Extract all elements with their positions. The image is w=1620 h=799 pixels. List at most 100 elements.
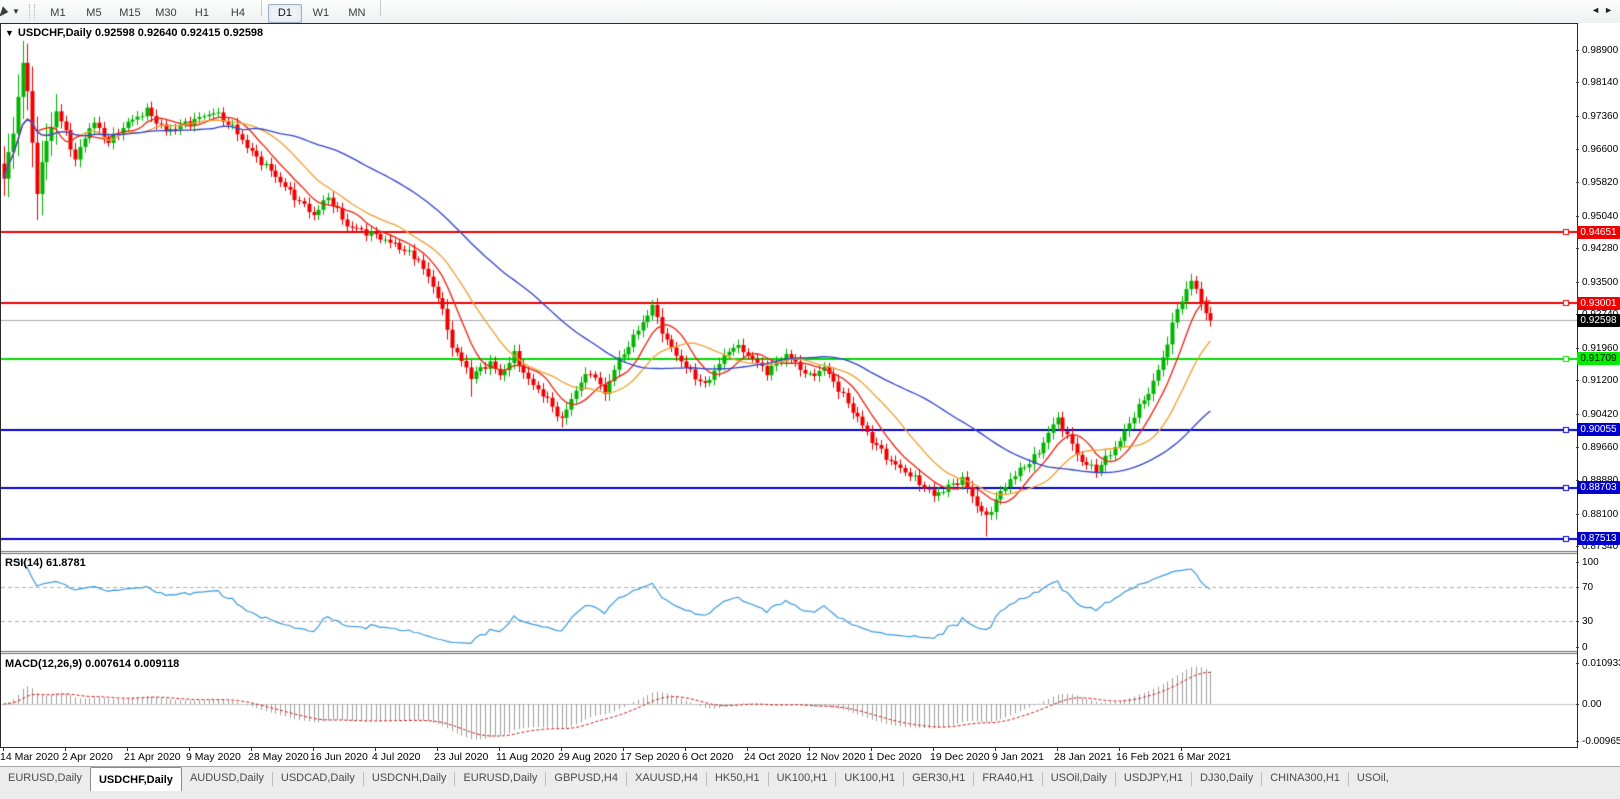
symbol-tab-bar: EURUSD,DailyUSDCHF,DailyAUDUSD,DailyUSDC…	[0, 766, 1620, 799]
date-label: 9 May 2020	[186, 751, 241, 763]
timeframe-button-M1[interactable]: M1	[41, 4, 75, 23]
axis-tickmark	[1576, 447, 1579, 448]
symbol-tab-uk100-h1[interactable]: UK100,H1	[769, 767, 836, 788]
symbol-tab-audusd-daily[interactable]: AUDUSD,Daily	[182, 767, 272, 788]
symbol-tab-usdjpy-h1[interactable]: USDJPY,H1	[1116, 767, 1191, 788]
timeframe-button-W1[interactable]: W1	[304, 4, 338, 23]
date-label: 28 Jan 2021	[1054, 751, 1112, 763]
axis-tickmark	[1576, 50, 1579, 51]
date-label: 6 Oct 2020	[682, 751, 733, 763]
toolbar-separator	[261, 0, 262, 16]
timeframe-button-M5[interactable]: M5	[77, 4, 111, 23]
symbol-tab-usdcad-daily[interactable]: USDCAD,Daily	[273, 767, 363, 788]
symbol-tab-usdchf-daily[interactable]: USDCHF,Daily	[90, 767, 182, 791]
symbol-tab-china300-h1[interactable]: CHINA300,H1	[1262, 767, 1348, 788]
price-level-badge: 0.93001	[1577, 297, 1620, 310]
timeframe-button-M30[interactable]: M30	[149, 4, 183, 23]
chevron-down-icon: ▼	[12, 7, 20, 16]
axis-tickmark	[1576, 414, 1579, 415]
axis-tick-label: 70	[1582, 582, 1593, 593]
axis-tick-label: 0.94280	[1582, 243, 1618, 254]
axis-tick-label: 0.010933	[1582, 658, 1620, 669]
pointer-tool-button[interactable]: ▼	[0, 2, 23, 21]
chart-window: ▼ USDCHF,Daily 0.92598 0.92640 0.92415 0.…	[0, 23, 1578, 748]
axis-tick-label: 30	[1582, 616, 1593, 627]
symbol-tab-hk50-h1[interactable]: HK50,H1	[707, 767, 768, 788]
date-label: 16 Jun 2020	[310, 751, 368, 763]
axis-tick-label: 0.98900	[1582, 45, 1618, 56]
tab-scroll-left-icon[interactable]: ◄	[1591, 5, 1604, 15]
timeframe-button-H1[interactable]: H1	[185, 4, 219, 23]
date-label: 24 Oct 2020	[744, 751, 801, 763]
timeframe-button-M15[interactable]: M15	[113, 4, 147, 23]
collapse-chart-icon[interactable]: ▼	[5, 28, 14, 38]
price-level-badge: 0.92598	[1577, 314, 1620, 327]
macd-values: 0.007614 0.009118	[85, 658, 179, 670]
pointer-icon	[0, 6, 10, 19]
date-label: 28 May 2020	[248, 751, 309, 763]
date-label: 12 Nov 2020	[806, 751, 866, 763]
timeframe-button-H4[interactable]: H4	[221, 4, 255, 23]
top-toolbar: ▼ M1M5M15M30H1H4 D1W1MN	[0, 0, 1620, 24]
axis-tick-label: 0.88100	[1582, 509, 1618, 520]
date-label: 4 Jul 2020	[372, 751, 420, 763]
axis-tickmark	[1576, 116, 1579, 117]
price-level-badge: 0.88703	[1577, 481, 1620, 494]
date-label: 2 Apr 2020	[62, 751, 113, 763]
price-level-badge: 0.90055	[1577, 423, 1620, 436]
axis-tickmark	[1576, 621, 1579, 622]
chart-ohlc-values: 0.92598 0.92640 0.92415 0.92598	[95, 27, 263, 39]
symbol-tab-eurusd-daily[interactable]: EURUSD,Daily	[455, 767, 545, 788]
symbol-tab-usoil-[interactable]: USOil,	[1349, 767, 1397, 788]
tab-scroll-right-icon[interactable]: ►	[1604, 5, 1617, 15]
date-label: 14 Mar 2020	[0, 751, 59, 763]
symbol-tab-gbpusd-h4[interactable]: GBPUSD,H4	[546, 767, 626, 788]
price-level-badge: 0.94651	[1577, 226, 1620, 239]
symbol-tab-uk100-h1[interactable]: UK100,H1	[836, 767, 903, 788]
axis-tickmark	[1576, 704, 1579, 705]
axis-tick-label: 0.90420	[1582, 409, 1618, 420]
macd-indicator-label: MACD(12,26,9) 0.007614 0.009118	[5, 658, 179, 670]
rsi-name: RSI(14)	[5, 557, 43, 569]
symbol-tab-fra40-h1[interactable]: FRA40,H1	[974, 767, 1041, 788]
price-level-badge: 0.91709	[1577, 352, 1620, 365]
price-chart-canvas[interactable]	[1, 24, 1577, 746]
symbol-tab-ger30-h1[interactable]: GER30,H1	[904, 767, 973, 788]
axis-tick-label: 100	[1582, 557, 1599, 568]
chart-symbol-label: USDCHF,Daily	[18, 27, 92, 39]
axis-tickmark	[1576, 647, 1579, 648]
price-axis[interactable]: 0.989000.981400.973600.966000.958200.950…	[1579, 23, 1620, 748]
axis-tickmark	[1576, 562, 1579, 563]
macd-name: MACD(12,26,9)	[5, 658, 82, 670]
symbol-tab-xauusd-h4[interactable]: XAUUSD,H4	[627, 767, 706, 788]
date-label: 19 Dec 2020	[930, 751, 990, 763]
axis-tick-label: 0.95820	[1582, 177, 1618, 188]
date-label: 11 Aug 2020	[496, 751, 554, 763]
date-label: 29 Aug 2020	[558, 751, 617, 763]
axis-tick-label: -0.009653	[1582, 736, 1620, 747]
axis-tick-label: 0.89660	[1582, 442, 1618, 453]
toolbar-grip	[29, 4, 35, 20]
axis-tickmark	[1576, 82, 1579, 83]
rsi-indicator-label: RSI(14) 61.8781	[5, 557, 86, 569]
timeframe-buttons: M1M5M15M30H1H4 D1W1MN	[40, 0, 386, 23]
symbol-tab-usdcnh-daily[interactable]: USDCNH,Daily	[364, 767, 455, 788]
axis-tickmark	[1576, 182, 1579, 183]
timeframe-button-MN[interactable]: MN	[340, 4, 374, 23]
price-level-badge: 0.87513	[1577, 532, 1620, 545]
axis-tickmark	[1576, 587, 1579, 588]
axis-tick-label: 0.96600	[1582, 144, 1618, 155]
symbol-tab-eurusd-daily[interactable]: EURUSD,Daily	[0, 767, 90, 788]
tab-scroll-buttons: ◄►	[1591, 5, 1617, 15]
symbol-tab-dj30-daily[interactable]: DJ30,Daily	[1192, 767, 1261, 788]
symbol-tab-usoil-daily[interactable]: USOil,Daily	[1043, 767, 1115, 788]
axis-tickmark	[1576, 663, 1579, 664]
axis-tickmark	[1576, 348, 1579, 349]
chart-title-bar: ▼ USDCHF,Daily 0.92598 0.92640 0.92415 0.…	[5, 27, 263, 39]
axis-tickmark	[1576, 248, 1579, 249]
date-axis[interactable]: 14 Mar 20202 Apr 2020 21 Apr 2020 9 May 20…	[0, 748, 1578, 765]
timeframe-button-D1[interactable]: D1	[268, 4, 302, 23]
date-label: 1 Dec 2020	[868, 751, 922, 763]
date-label: 21 Apr 2020	[124, 751, 181, 763]
axis-tick-label: 0.97360	[1582, 111, 1618, 122]
